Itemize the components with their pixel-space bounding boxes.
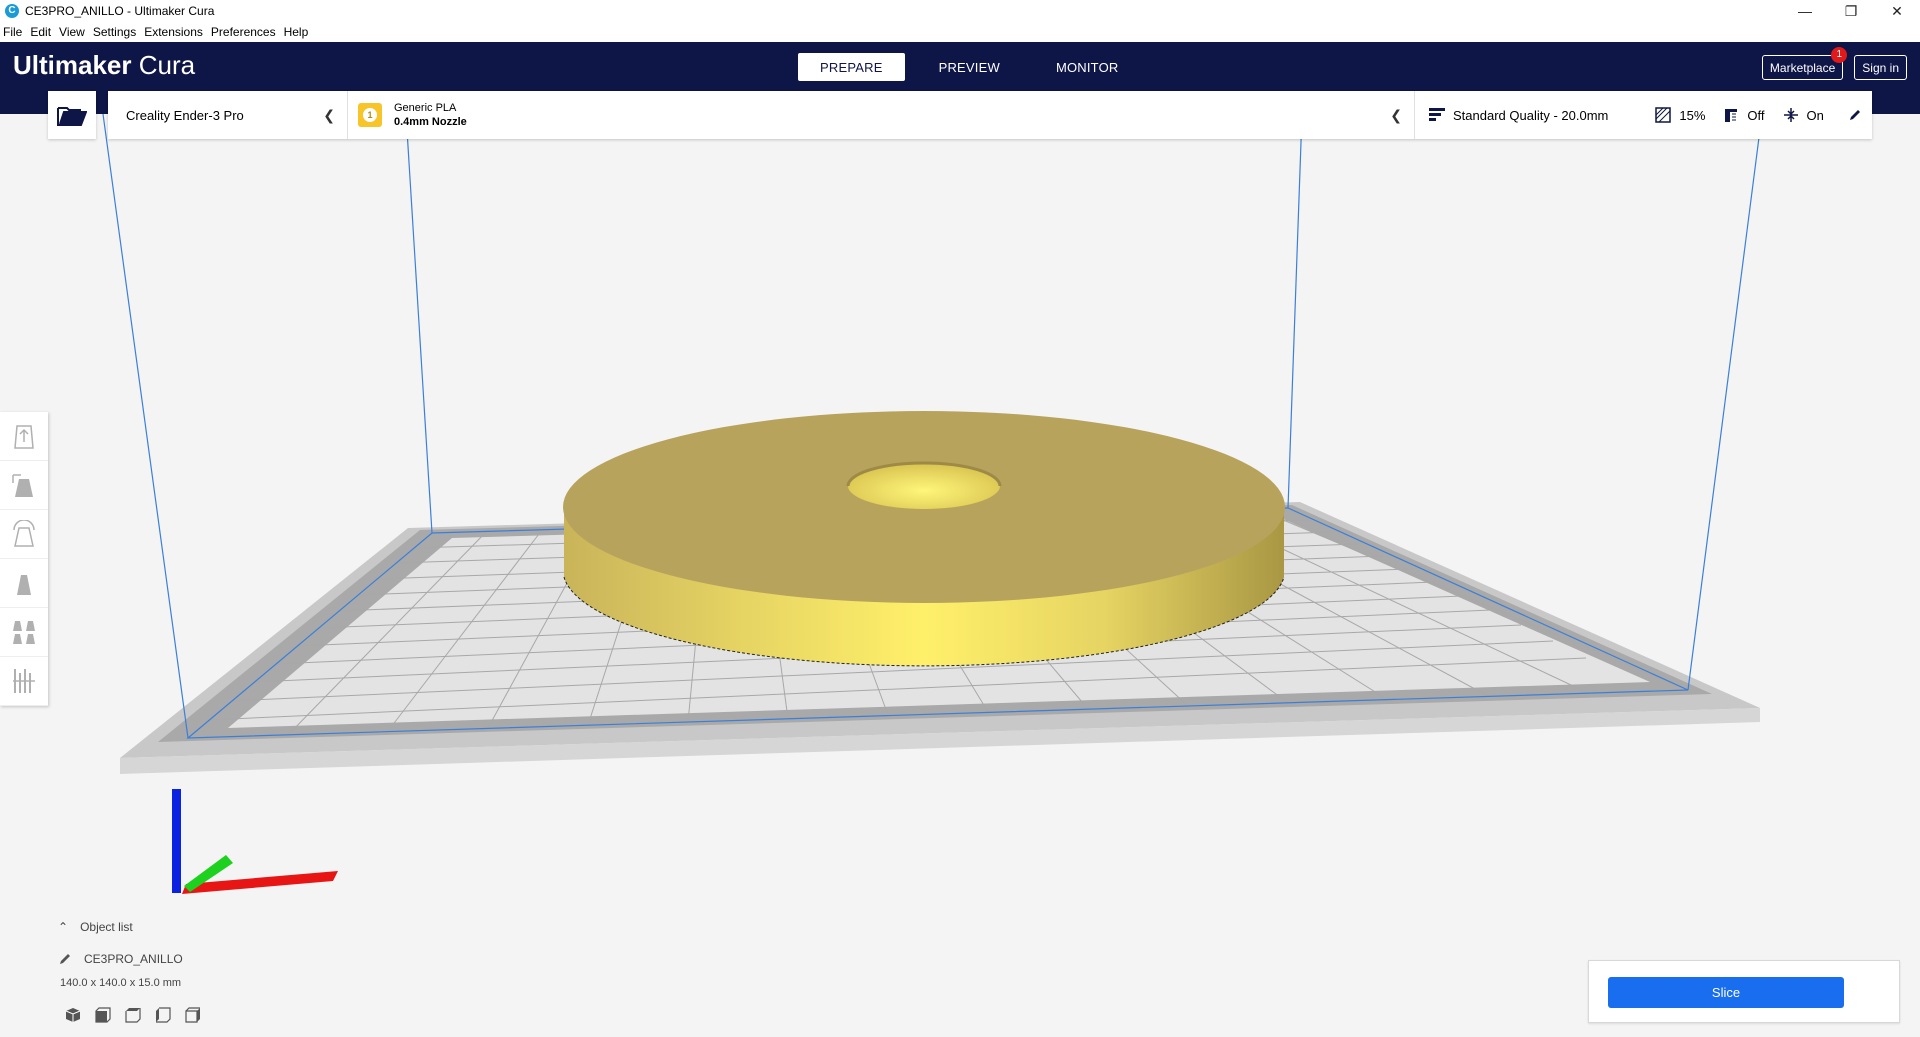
minimize-button[interactable]: —	[1782, 0, 1828, 22]
material-info: Generic PLA 0.4mm Nozzle	[394, 101, 467, 129]
move-tool-button[interactable]	[0, 412, 48, 461]
object-list-label: Object list	[80, 920, 133, 934]
restore-button[interactable]: ❐	[1828, 0, 1874, 22]
3d-viewport[interactable]	[0, 114, 1920, 1037]
menu-settings[interactable]: Settings	[89, 25, 140, 39]
quality-icon	[1429, 108, 1445, 121]
3d-view-icon[interactable]	[64, 1006, 82, 1024]
right-view-icon[interactable]	[184, 1006, 202, 1024]
tab-preview[interactable]: PREVIEW	[917, 53, 1022, 81]
menu-bar: File Edit View Settings Extensions Prefe…	[0, 22, 1920, 42]
pencil-icon	[60, 954, 70, 964]
object-name: CE3PRO_ANILLO	[84, 952, 183, 966]
sign-in-button[interactable]: Sign in	[1854, 55, 1907, 80]
tool-panel	[0, 412, 48, 706]
scale-icon	[12, 474, 33, 497]
printer-selector[interactable]: Creality Ender-3 Pro ❮	[108, 91, 348, 139]
window-controls: — ❐ ✕	[1782, 0, 1920, 22]
scale-tool-button[interactable]	[0, 461, 48, 510]
stage-tabs: PREPARE PREVIEW MONITOR	[798, 53, 1141, 81]
close-window-button[interactable]: ✕	[1874, 0, 1920, 22]
object-dimensions: 140.0 x 140.0 x 15.0 mm	[60, 977, 182, 989]
menu-extensions[interactable]: Extensions	[140, 25, 207, 39]
mirror-tool-button[interactable]	[0, 559, 48, 608]
support-setting: Off	[1723, 107, 1765, 123]
machine-settings-bar: Creality Ender-3 Pro ❮ 1 Generic PLA 0.4…	[108, 91, 1872, 139]
chevron-left-icon: ❮	[1390, 107, 1402, 123]
move-icon	[14, 425, 34, 449]
adhesion-setting: On	[1783, 107, 1824, 123]
adhesion-value: On	[1806, 107, 1824, 123]
print-settings-selector[interactable]: Standard Quality - 20.0mm 15% Off On	[1415, 91, 1872, 139]
per-model-settings-icon	[13, 621, 35, 644]
tab-monitor[interactable]: MONITOR	[1034, 53, 1141, 81]
support-icon	[1725, 109, 1738, 122]
chevron-left-icon: ❮	[323, 107, 335, 123]
quality-label: Standard Quality - 20.0mm	[1453, 107, 1609, 123]
material-name: Generic PLA	[394, 102, 457, 114]
per-model-settings-button[interactable]	[0, 608, 48, 657]
front-view-icon[interactable]	[94, 1006, 112, 1024]
cura-app-icon: C	[5, 4, 19, 18]
infill-value: 15%	[1679, 107, 1706, 123]
notification-badge: 1	[1831, 47, 1848, 63]
left-view-icon[interactable]	[154, 1006, 172, 1024]
pencil-edit-icon[interactable]	[1848, 108, 1862, 122]
menu-view[interactable]: View	[55, 25, 89, 39]
extruder-material-selector[interactable]: 1 Generic PLA 0.4mm Nozzle ❮	[348, 91, 1415, 139]
build-volume-scene	[102, 114, 1763, 894]
quality-setting: Standard Quality - 20.0mm	[1429, 108, 1608, 123]
nozzle-size: 0.4mm Nozzle	[394, 116, 467, 128]
window-title: CE3PRO_ANILLO - Ultimaker Cura	[25, 4, 215, 18]
camera-view-buttons	[64, 1006, 202, 1024]
tab-prepare[interactable]: PREPARE	[798, 53, 905, 81]
menu-help[interactable]: Help	[280, 25, 313, 39]
infill-setting: 15%	[1655, 107, 1705, 123]
slice-button[interactable]: Slice	[1608, 977, 1844, 1008]
top-view-icon[interactable]	[124, 1006, 142, 1024]
rotate-icon	[13, 520, 35, 547]
rotate-tool-button[interactable]	[0, 510, 48, 559]
menu-edit[interactable]: Edit	[26, 25, 55, 39]
support-blocker-button[interactable]	[0, 657, 48, 706]
infill-icon	[1655, 107, 1672, 123]
axis-indicator	[172, 789, 338, 894]
menu-file[interactable]: File	[0, 25, 26, 39]
extruder-number: 1	[363, 108, 377, 122]
menu-preferences[interactable]: Preferences	[207, 25, 280, 39]
object-list-toggle[interactable]: ⌃ Object list	[58, 920, 378, 934]
support-blocker-icon	[13, 669, 35, 693]
folder-icon	[57, 107, 87, 126]
action-panel: Slice	[1588, 960, 1900, 1023]
extruder-badge: 1	[358, 103, 382, 127]
header-actions: Marketplace 1 Sign in	[1761, 47, 1907, 80]
model-ce3pro-anillo[interactable]	[563, 411, 1285, 667]
support-value: Off	[1747, 107, 1765, 123]
mirror-icon	[17, 575, 31, 595]
marketplace-label: Marketplace	[1769, 60, 1836, 75]
brand-bold: Ultimaker	[13, 50, 132, 80]
object-name-row[interactable]: CE3PRO_ANILLO	[58, 952, 183, 966]
object-list-panel: ⌃ Object list CE3PRO_ANILLO 140.0 x 140.…	[58, 920, 378, 1023]
adhesion-icon	[1783, 108, 1798, 122]
open-file-button[interactable]	[48, 91, 96, 139]
window-titlebar: C CE3PRO_ANILLO - Ultimaker Cura — ❐ ✕	[0, 0, 1920, 22]
brand-light: Cura	[138, 50, 196, 80]
marketplace-button[interactable]: Marketplace 1	[1761, 47, 1848, 80]
chevron-up-icon: ⌃	[58, 920, 69, 934]
printer-name: Creality Ender-3 Pro	[126, 107, 244, 123]
app-logo: Ultimaker Cura	[13, 50, 195, 81]
